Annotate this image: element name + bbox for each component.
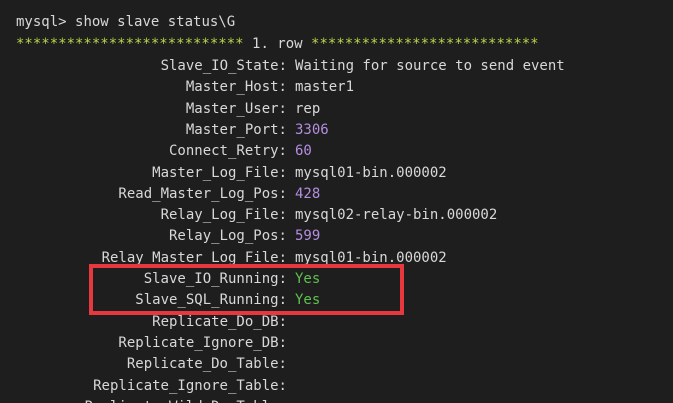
row-banner: *************************** 1. row *****… [16, 34, 539, 55]
command-line: mysql> show slave status\G [16, 12, 235, 33]
command-text: show slave status\G [75, 14, 236, 30]
banner-row-label: 1. row [252, 36, 303, 52]
status-field-label: Slave_SQL_Running: [135, 292, 287, 308]
status-field-label: Connect_Retry: [168, 143, 287, 159]
mysql-prompt: mysql> [16, 14, 67, 30]
status-field-label: Master_User: [185, 101, 287, 117]
terminal-window[interactable]: mysql> show slave status\G *************… [0, 0, 673, 403]
status-field-label: Replicate_Do_Table: [126, 356, 287, 372]
status-field-value: master1 [295, 79, 355, 95]
status-field-label: Replicate_Do_DB: [152, 314, 287, 330]
status-field-label: Master_Port: [185, 122, 287, 138]
banner-stars-left: *************************** [16, 36, 244, 52]
status-field-label: Slave_IO_State: [160, 58, 287, 74]
status-field-label: Replicate_Wild_Do_Table: [0, 397, 287, 403]
status-field-value: 3306 [295, 122, 329, 138]
status-field-value: rep [295, 101, 321, 117]
banner-stars-right: *************************** [311, 36, 539, 52]
status-field-label: Replicate_Ignore_DB: [118, 335, 287, 351]
status-field-value: 599 [295, 228, 321, 244]
status-field-label: Relay_Log_Pos: [168, 228, 287, 244]
status-field-value: Waiting for source to send event [295, 58, 565, 74]
status-field-value: 60 [295, 143, 312, 159]
status-field-value: mysql02-relay-bin.000002 [295, 207, 498, 223]
status-field-value: mysql01-bin.000002 [295, 250, 447, 266]
status-field-label: Master_Host: [185, 79, 287, 95]
status-field-label: Read_Master_Log_Pos: [118, 186, 287, 202]
status-field-label: Relay_Master_Log_File: [101, 250, 287, 266]
status-field-label: Relay_Log_File: [160, 207, 287, 223]
status-field-label: Slave_IO_Running: [143, 271, 287, 287]
status-field-value: Yes [295, 292, 321, 308]
status-field-label: Replicate_Ignore_Table: [93, 378, 287, 394]
status-field-label: Master_Log_File: [152, 165, 287, 181]
status-field-value: mysql01-bin.000002 [295, 165, 447, 181]
status-field-value: 428 [295, 186, 321, 202]
status-field-value: Yes [295, 271, 321, 287]
